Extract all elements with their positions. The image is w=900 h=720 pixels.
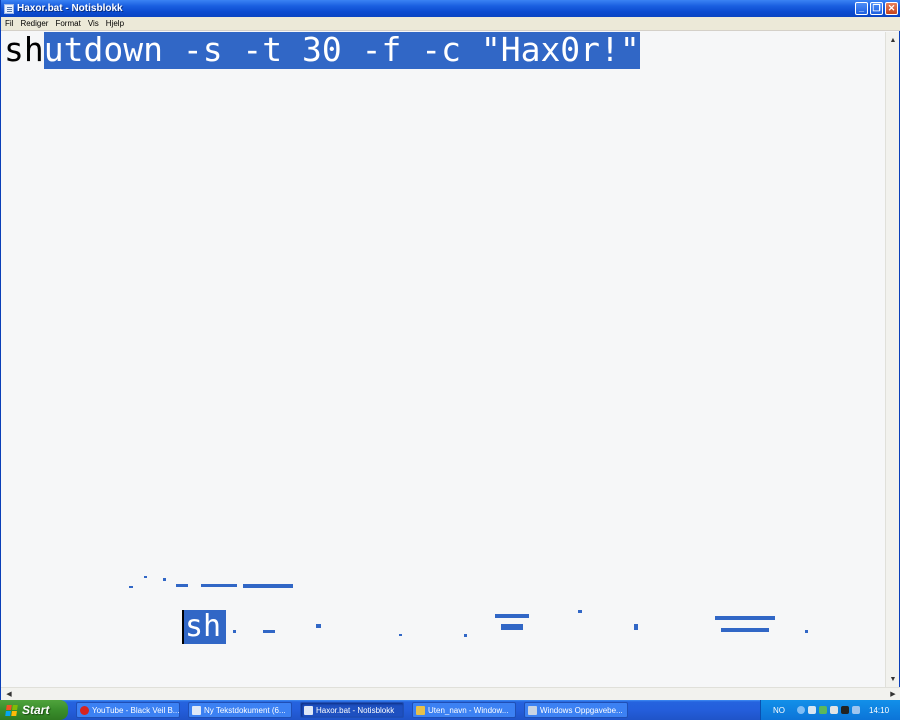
render-artifact xyxy=(176,584,188,587)
notepad-icon xyxy=(4,3,14,14)
taskbar-item-task-manager[interactable]: Windows Oppgavebe... xyxy=(524,702,628,718)
render-artifact xyxy=(243,584,293,588)
close-button[interactable]: ✕ xyxy=(885,2,898,15)
render-artifact xyxy=(495,614,529,618)
start-label: Start xyxy=(22,703,50,717)
render-artifact xyxy=(233,630,236,633)
tray-app-icon[interactable] xyxy=(852,706,860,714)
taskbar-item-new-text-document[interactable]: Ny Tekstdokument (6... xyxy=(188,702,292,718)
render-artifact xyxy=(263,630,275,633)
scroll-left-icon[interactable]: ◀ xyxy=(3,688,15,700)
notepad-icon xyxy=(192,705,201,715)
taskbar-item-haxor-notepad[interactable]: Haxor.bat - Notisblokk xyxy=(300,702,404,718)
code-line: shutdown -s -t 30 -f -c "Hax0r!" xyxy=(4,32,640,69)
task-label: Uten_navn - Window... xyxy=(428,705,509,715)
render-artifact xyxy=(316,624,321,628)
paint-icon xyxy=(416,705,425,715)
render-artifact xyxy=(163,578,166,581)
horizontal-scrollbar[interactable]: ◀ ▶ xyxy=(1,687,900,700)
selected-text: utdown -s -t 30 -f -c "Hax0r!" xyxy=(43,32,640,69)
clock[interactable]: 14:10 xyxy=(869,706,889,715)
task-manager-icon xyxy=(528,705,537,715)
menu-file[interactable]: Fil xyxy=(2,19,16,28)
render-artifact xyxy=(501,624,523,630)
menu-bar: Fil Rediger Format Vis Hjelp xyxy=(1,17,900,31)
scroll-up-icon[interactable]: ▲ xyxy=(887,34,899,46)
language-indicator[interactable]: NO xyxy=(773,706,785,715)
opera-icon xyxy=(80,705,89,715)
steam-icon[interactable] xyxy=(841,706,849,714)
render-artifact xyxy=(715,616,775,620)
render-artifact xyxy=(201,584,237,587)
render-artifact xyxy=(399,634,402,636)
taskbar-item-paint[interactable]: Uten_navn - Window... xyxy=(412,702,516,718)
task-label: Ny Tekstdokument (6... xyxy=(204,705,286,715)
menu-format[interactable]: Format xyxy=(52,19,83,28)
tray-arrow-icon[interactable] xyxy=(797,706,805,714)
render-artifact xyxy=(464,634,467,637)
window-title: Haxor.bat - Notisblokk xyxy=(17,3,123,14)
render-artifact xyxy=(144,576,147,578)
vertical-scrollbar[interactable]: ▲ ▼ xyxy=(885,32,899,687)
taskbar: Start YouTube - Black Veil B... Ny Tekst… xyxy=(0,700,900,720)
maximize-button[interactable]: ❐ xyxy=(870,2,883,15)
menu-edit[interactable]: Rediger xyxy=(17,19,51,28)
render-artifact xyxy=(129,586,133,588)
notepad-icon xyxy=(304,705,313,715)
network-icon[interactable] xyxy=(808,706,816,714)
minimize-button[interactable]: _ xyxy=(855,2,868,15)
title-bar[interactable]: Haxor.bat - Notisblokk _ ❐ ✕ xyxy=(1,0,900,17)
render-artifact xyxy=(578,610,582,613)
unselected-text: sh xyxy=(4,32,44,69)
volume-icon[interactable] xyxy=(830,706,838,714)
scroll-right-icon[interactable]: ▶ xyxy=(887,688,899,700)
notepad-window: Haxor.bat - Notisblokk _ ❐ ✕ Fil Rediger… xyxy=(0,0,900,700)
windows-logo-icon xyxy=(5,704,18,716)
render-artifact xyxy=(805,630,808,633)
render-artifact xyxy=(634,624,638,630)
render-artifact xyxy=(721,628,769,632)
task-label: Haxor.bat - Notisblokk xyxy=(316,705,395,715)
task-label: YouTube - Black Veil B... xyxy=(92,705,180,715)
menu-view[interactable]: Vis xyxy=(85,19,102,28)
start-button[interactable]: Start xyxy=(0,700,68,720)
artifact-selected-text: sh xyxy=(182,610,226,644)
taskbar-item-youtube[interactable]: YouTube - Black Veil B... xyxy=(76,702,180,718)
task-label: Windows Oppgavebe... xyxy=(540,705,623,715)
system-tray: NO 14:10 xyxy=(760,700,900,720)
menu-help[interactable]: Hjelp xyxy=(103,19,127,28)
text-editor[interactable]: shutdown -s -t 30 -f -c "Hax0r!" xyxy=(1,32,887,687)
scroll-down-icon[interactable]: ▼ xyxy=(887,673,899,685)
antivirus-icon[interactable] xyxy=(819,706,827,714)
